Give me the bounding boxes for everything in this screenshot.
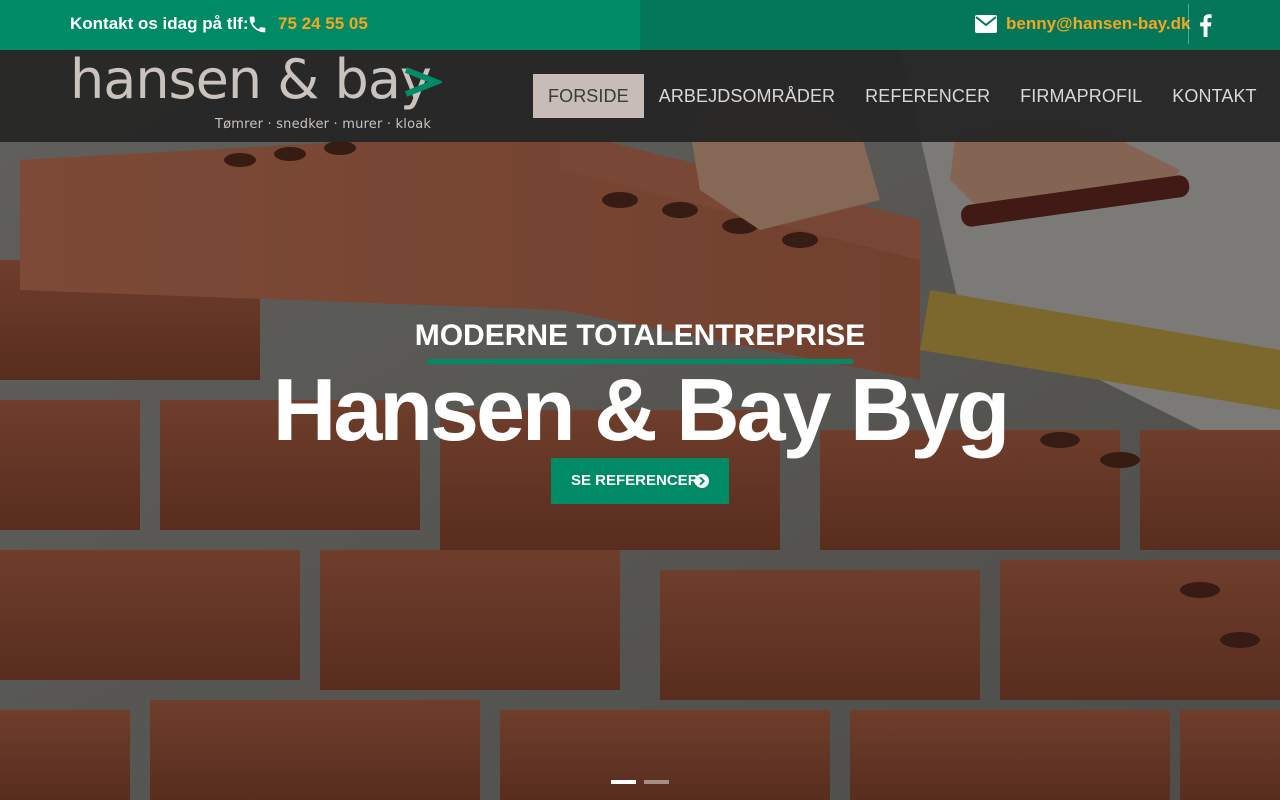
contact-label: Kontakt os idag på tlf: bbox=[70, 14, 249, 33]
hero-subtitle: MODERNE TOTALENTREPRISE bbox=[414, 319, 866, 352]
topbar-divider bbox=[1188, 4, 1189, 44]
nav-item-arbejdsomrader[interactable]: ARBEJDSOMRÅDER bbox=[644, 74, 850, 118]
topbar-right-panel: benny@hansen-bay.dk bbox=[640, 0, 1280, 50]
see-references-button[interactable]: SE REFERENCER bbox=[551, 458, 729, 504]
nav-item-firmaprofil[interactable]: FIRMAPROFIL bbox=[1005, 74, 1157, 118]
topbar-left-panel: Kontakt os idag på tlf: 75 24 55 05 bbox=[0, 0, 640, 50]
top-contact-bar: Kontakt os idag på tlf: 75 24 55 05 benn… bbox=[0, 0, 1280, 50]
site-logo[interactable]: hansen & bay Tømrer · snedker · murer · … bbox=[70, 48, 450, 138]
slider-pagination bbox=[611, 780, 669, 784]
main-navigation: FORSIDE ARBEJDSOMRÅDER REFERENCER FIRMAP… bbox=[533, 74, 1272, 118]
logo-wordmark: hansen & bay bbox=[70, 48, 432, 111]
envelope-icon bbox=[975, 15, 997, 33]
phone-icon bbox=[249, 16, 266, 33]
see-references-label: SE REFERENCER bbox=[571, 472, 699, 489]
nav-item-kontakt[interactable]: KONTAKT bbox=[1157, 74, 1271, 118]
nav-item-forside[interactable]: FORSIDE bbox=[533, 74, 644, 118]
nav-item-referencer[interactable]: REFERENCER bbox=[850, 74, 1005, 118]
hero-slider: MODERNE TOTALENTREPRISE Hansen & Bay Byg… bbox=[0, 50, 1280, 800]
slider-dot-1[interactable] bbox=[611, 780, 636, 784]
phone-link[interactable]: 75 24 55 05 bbox=[278, 14, 368, 34]
slider-dot-2[interactable] bbox=[644, 780, 669, 784]
site-header: hansen & bay Tømrer · snedker · murer · … bbox=[0, 48, 1280, 142]
chevron-circle-right-icon bbox=[695, 474, 709, 488]
logo-tagline: Tømrer · snedker · murer · kloak bbox=[215, 117, 432, 132]
hero-title: Hansen & Bay Byg bbox=[272, 360, 1010, 459]
facebook-icon[interactable] bbox=[1197, 13, 1213, 37]
email-link[interactable]: benny@hansen-bay.dk bbox=[1006, 14, 1190, 34]
logo-arrow-icon bbox=[404, 67, 442, 97]
